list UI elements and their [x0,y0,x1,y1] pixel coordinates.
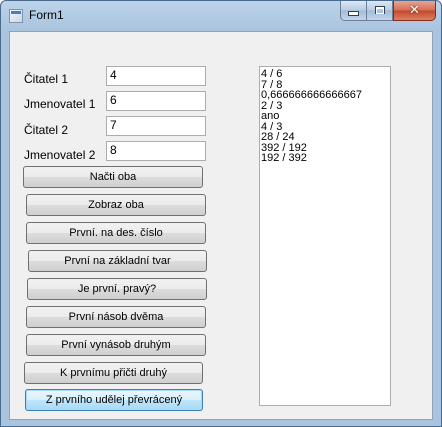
minimize-button[interactable] [340,1,367,21]
label-citatel-1: Čitatel 1 [24,72,69,86]
k-prvnimu-pricti-druhy-button[interactable]: K prvnímu přičti druhý [24,362,203,384]
list-item[interactable]: ano [261,111,389,122]
list-item[interactable]: 28 / 24 [261,132,389,143]
prvni-nasob-dvema-button[interactable]: První násob dvěma [26,306,206,328]
window-title: Form1 [29,8,64,22]
maximize-button[interactable] [367,1,393,21]
prvni-vynasob-druhym-button[interactable]: První vynásob druhým [26,334,206,356]
list-item[interactable]: 4 / 6 [261,69,389,80]
list-item[interactable]: 0,666666666666667 [261,90,389,101]
prvni-na-zakladni-tvar-button[interactable]: První na základní tvar [28,250,207,272]
jmenovatel-2-input[interactable]: 8 [106,141,206,161]
nacti-oba-button[interactable]: Načti oba [23,166,203,188]
minimize-icon [348,11,359,16]
label-citatel-2: Čitatel 2 [24,123,69,137]
label-jmenovatel-2: Jmenovatel 2 [24,148,96,162]
list-item[interactable]: 192 / 392 [261,153,389,164]
close-button[interactable]: ✕ [393,1,436,21]
zobraz-oba-button[interactable]: Zobraz oba [26,194,206,216]
jmenovatel-1-input[interactable]: 6 [106,91,206,111]
title-bar[interactable]: Form1 ✕ [1,1,441,31]
prvni-na-des-cislo-button[interactable]: První. na des. číslo [26,222,206,244]
citatel-2-input[interactable]: 7 [106,116,206,136]
form-app-icon [9,9,23,23]
form-window: Form1 ✕ Čitatel 1 4 Jmenovatel 1 6 Čitat… [0,0,442,427]
form-client-area: Čitatel 1 4 Jmenovatel 1 6 Čitatel 2 7 J… [9,31,433,420]
list-item[interactable]: 2 / 3 [261,100,389,112]
citatel-1-input[interactable]: 4 [106,66,206,86]
close-icon: ✕ [409,3,420,18]
output-listbox[interactable]: 4 / 6 7 / 8 0,666666666666667 2 / 3 ano … [259,66,391,406]
je-prvni-pravy-button[interactable]: Je první. pravý? [27,278,207,300]
label-jmenovatel-1: Jmenovatel 1 [24,97,96,111]
maximize-icon [374,6,385,14]
z-prvniho-udelej-prevraceny-button[interactable]: Z prvního udělej převrácený [25,389,203,411]
